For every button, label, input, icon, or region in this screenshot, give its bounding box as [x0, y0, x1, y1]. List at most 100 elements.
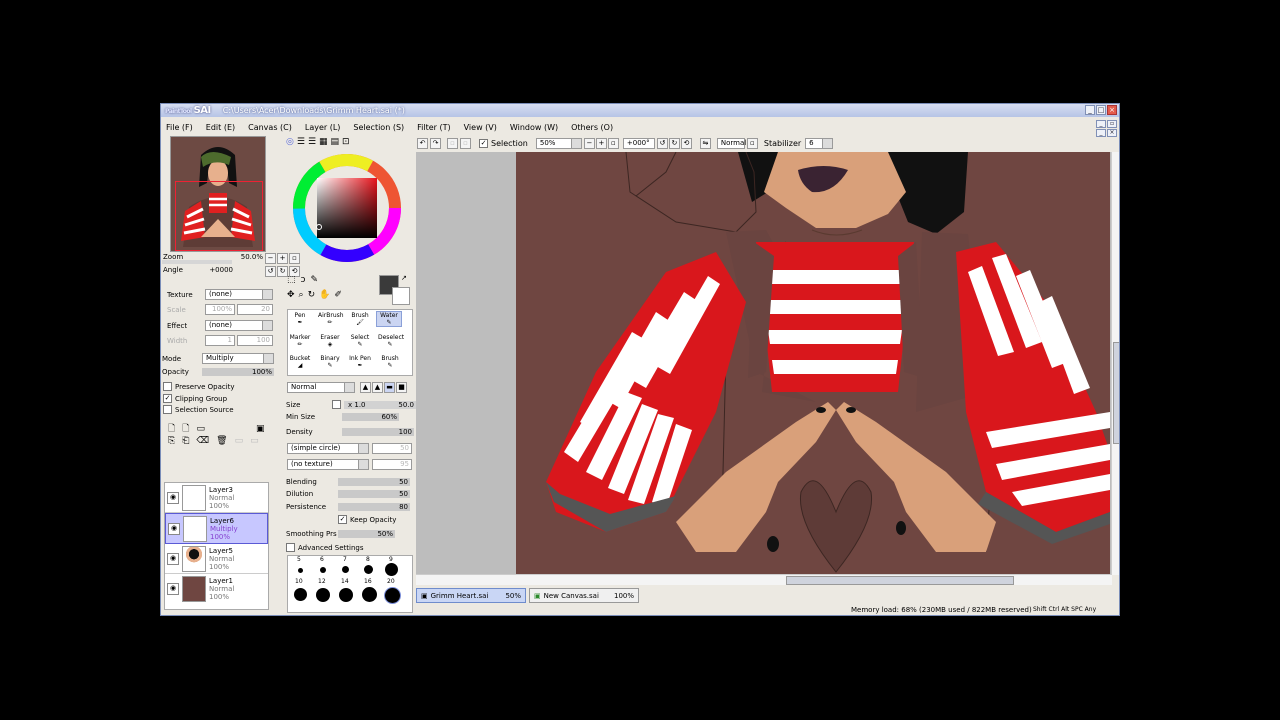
brush-size-preset[interactable]: [339, 588, 353, 602]
tab-new-canvas[interactable]: ▣ New Canvas.sai 100%: [529, 588, 639, 603]
brush-size-preset[interactable]: [298, 568, 303, 573]
persistence-slider[interactable]: 80: [338, 503, 410, 511]
size-lock-checkbox[interactable]: [332, 400, 341, 409]
brush-size-preset[interactable]: [294, 588, 307, 601]
keep-opacity-row[interactable]: ✓ Keep Opacity: [338, 515, 396, 524]
selection-source-row[interactable]: Selection Source: [163, 405, 234, 414]
doc-restore-icon[interactable]: ▫: [1107, 120, 1117, 128]
brush-shape-strength[interactable]: 50: [372, 443, 412, 454]
swatches-tab-icon[interactable]: ▦: [319, 137, 328, 147]
canvas-mode-field[interactable]: Normal: [716, 138, 746, 149]
dilution-slider[interactable]: 50: [338, 490, 410, 498]
tool-eraser[interactable]: Eraser ◈: [318, 334, 342, 348]
rotate-left-icon[interactable]: ↺: [265, 266, 276, 277]
preserve-opacity-checkbox[interactable]: [163, 382, 172, 391]
width-value-field[interactable]: 100: [237, 335, 273, 346]
trash-icon[interactable]: 🗑: [216, 436, 227, 446]
brush-size-preset[interactable]: [364, 565, 373, 574]
undo-icon[interactable]: ↶: [417, 138, 428, 149]
color-wheel[interactable]: [290, 151, 404, 265]
scale-field[interactable]: 100%: [205, 304, 235, 315]
tool-water[interactable]: Water ✎: [376, 311, 402, 327]
brush-shape-dropdown[interactable]: (simple circle): [287, 443, 369, 454]
rotate-reset-icon[interactable]: ⟲: [680, 138, 692, 149]
stabilizer-dropdown[interactable]: 6: [805, 138, 834, 149]
tool-bucket[interactable]: Bucket ◢: [288, 355, 312, 369]
menu-window[interactable]: Window (W): [510, 123, 558, 132]
tab-grimm-heart[interactable]: ▣ Grimm Heart.sai 50%: [416, 588, 526, 603]
zoom-out-icon[interactable]: −: [583, 138, 595, 149]
deselect-all-icon[interactable]: ▫: [447, 138, 458, 149]
brush-size-preset[interactable]: [362, 587, 377, 602]
zoom-in-icon[interactable]: +: [595, 138, 607, 149]
color-wheel-tab-icon[interactable]: ◎: [286, 137, 294, 147]
blending-slider[interactable]: 50: [338, 478, 410, 486]
opacity-slider[interactable]: 100%: [202, 368, 274, 376]
edge-hard-icon[interactable]: ▲: [360, 382, 371, 393]
brush-blend-dropdown[interactable]: Normal: [287, 382, 355, 393]
eye-icon[interactable]: ◉: [167, 491, 179, 504]
eye-icon[interactable]: ◉: [168, 522, 180, 535]
advanced-settings-checkbox[interactable]: [286, 543, 295, 552]
tool-select[interactable]: Select ✎: [348, 334, 372, 348]
tool-deselect[interactable]: Deselect ✎: [378, 334, 404, 348]
edge-soft-icon[interactable]: ▬: [384, 382, 395, 393]
swap-colors-icon[interactable]: ↗: [401, 274, 407, 282]
layer-row[interactable]: ◉ Layer5 Normal 100%: [165, 544, 268, 574]
brush-texture-dropdown[interactable]: (no texture): [287, 459, 369, 470]
drawing-canvas[interactable]: [516, 152, 1110, 575]
magic-wand-icon[interactable]: ✎: [310, 275, 318, 285]
new-linework-layer-icon[interactable]: 🗋: [182, 421, 189, 437]
brush-size-preset[interactable]: [385, 563, 398, 576]
navigator-preview[interactable]: [170, 136, 266, 252]
move-icon[interactable]: ✥: [287, 290, 295, 300]
horizontal-scroll-thumb[interactable]: [786, 576, 1014, 585]
layer-mask-icon[interactable]: ▣: [256, 424, 265, 434]
scale-num-field[interactable]: 20: [237, 304, 273, 315]
vertical-scroll-thumb[interactable]: [1113, 342, 1119, 444]
clipping-group-checkbox[interactable]: ✓: [163, 394, 172, 403]
close-icon[interactable]: ×: [1107, 105, 1117, 115]
selection-source-checkbox[interactable]: [163, 405, 172, 414]
hsv-slider-tab-icon[interactable]: ☰: [308, 137, 316, 147]
view-frame[interactable]: [175, 181, 263, 251]
mode-toggle-icon[interactable]: ▫: [746, 138, 758, 149]
preserve-opacity-row[interactable]: Preserve Opacity: [163, 382, 235, 391]
hand-icon[interactable]: ✋: [319, 290, 330, 300]
transfer-down-icon[interactable]: ⎘: [168, 436, 175, 446]
new-folder-icon[interactable]: ▭: [197, 424, 206, 434]
minimize-icon[interactable]: _: [1085, 105, 1095, 115]
layer-row[interactable]: ◉ Layer3 Normal 100%: [165, 483, 268, 513]
brush-size-preset[interactable]: [316, 588, 330, 602]
color-options-icon[interactable]: ⊡: [342, 137, 350, 147]
tool-airbrush[interactable]: AirBrush ✏: [318, 312, 344, 326]
tool-marker[interactable]: Marker ✏: [288, 334, 312, 348]
horizontal-scrollbar[interactable]: [416, 574, 1112, 585]
blend-mode-dropdown[interactable]: Multiply: [202, 353, 274, 364]
brush-size-preset[interactable]: [320, 567, 326, 573]
menu-selection[interactable]: Selection (S): [353, 123, 404, 132]
size-slider[interactable]: x 1.0 50.0: [344, 400, 416, 409]
smoothing-slider[interactable]: 50%: [338, 530, 395, 538]
redo-icon[interactable]: ↷: [430, 138, 441, 149]
rgb-slider-tab-icon[interactable]: ☰: [297, 137, 305, 147]
zoom-slider[interactable]: [162, 260, 232, 264]
title-bar[interactable]: PaintTool SAI C:\Users\Acer\Downloads\Gri…: [161, 104, 1119, 117]
brush-size-preset-selected[interactable]: [384, 587, 401, 604]
tool-binary[interactable]: Binary ✎: [318, 355, 342, 369]
menu-file[interactable]: File (F): [166, 123, 193, 132]
vertical-scrollbar[interactable]: [1111, 152, 1119, 575]
advanced-settings-row[interactable]: Advanced Settings: [286, 543, 364, 552]
canvas-zoom-dropdown[interactable]: 50%: [535, 138, 582, 149]
layer-row-selected[interactable]: ◉ Layer6 Multiply 100%: [165, 513, 268, 544]
new-layer-icon[interactable]: 🗋: [168, 421, 175, 437]
canvas-angle-field[interactable]: +000°: [622, 138, 655, 149]
show-selection-checkbox[interactable]: ✓: [479, 139, 488, 148]
merge-down-icon[interactable]: ⎗: [182, 436, 189, 446]
maximize-icon[interactable]: □: [1096, 105, 1106, 115]
brush-size-preset[interactable]: [342, 566, 349, 573]
clipping-group-row[interactable]: ✓ Clipping Group: [163, 394, 227, 403]
layer-row[interactable]: ◉ Layer1 Normal 100%: [165, 574, 268, 603]
tool-pen[interactable]: Pen ✒: [288, 312, 312, 326]
edge-mid-icon[interactable]: ▲: [372, 382, 383, 393]
